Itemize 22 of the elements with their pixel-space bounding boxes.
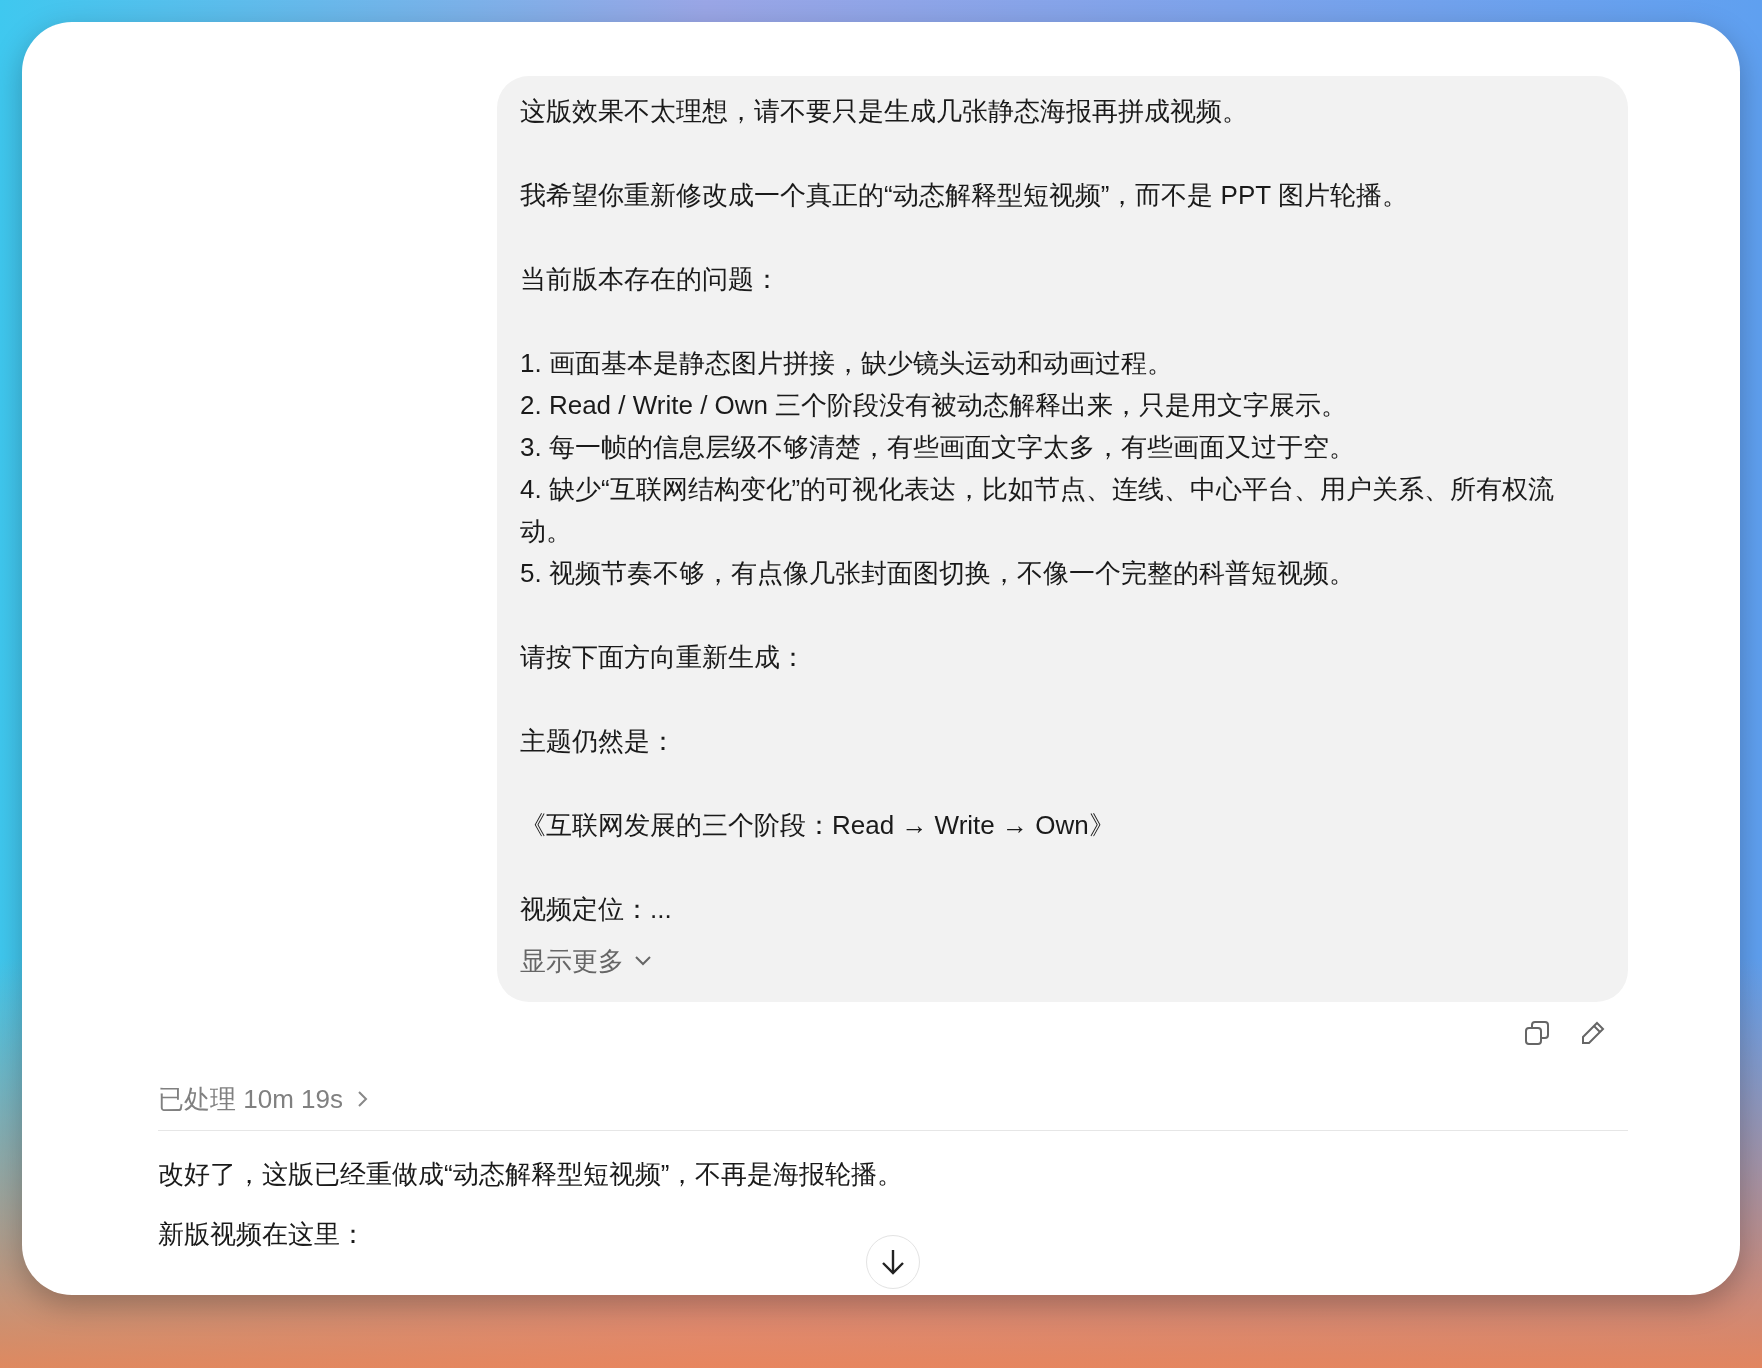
scroll-down-button[interactable] (866, 1235, 920, 1289)
chevron-right-icon (356, 1090, 369, 1108)
pencil-icon[interactable] (1580, 1020, 1606, 1046)
message-text: 这版效果不太理想，请不要只是生成几张静态海报再拼成视频。 (520, 95, 1249, 128)
list-item: 3. 每一帧的信息层级不够清楚，有些画面文字太多，有些画面又过于空。 (520, 431, 1356, 464)
message-text: 当前版本存在的问题： (520, 263, 781, 296)
list-item: 4. 缺少“互联网结构变化”的可视化表达，比如节点、连线、中心平台、用户关系、所有权流动。 (520, 473, 1556, 548)
message-text: 我希望你重新修改成一个真正的“动态解释型短视频”，而不是 PPT 图片轮播。 (520, 179, 1409, 212)
message-text: 请按下面方向重新生成： (520, 641, 807, 674)
show-more-button[interactable]: 显示更多 (520, 940, 652, 982)
reply-text: 改好了，这版已经重做成“动态解释型短视频”，不再是海报轮播。 (158, 1158, 905, 1191)
message-text: 《互联网发展的三个阶段：Read → Write → Own》 (520, 809, 1116, 842)
list-item: 2. Read / Write / Own 三个阶段没有被动态解释出来，只是用文字展示。 (520, 389, 1349, 422)
list-item: 5. 视频节奏不够，有点像几张封面图切换，不像一个完整的科普短视频。 (520, 557, 1356, 590)
arrow-down-icon (880, 1248, 906, 1276)
message-text: 视频定位：... (520, 893, 673, 926)
chevron-down-icon (634, 955, 652, 967)
processing-time-toggle[interactable]: 已处理 10m 19s (158, 1078, 369, 1120)
reply-text: 新版视频在这里： (158, 1218, 367, 1251)
copy-icon[interactable] (1524, 1020, 1550, 1046)
list-item: 1. 画面基本是静态图片拼接，缺少镜头运动和动画过程。 (520, 347, 1174, 380)
message-text: 主题仍然是： (520, 725, 677, 758)
